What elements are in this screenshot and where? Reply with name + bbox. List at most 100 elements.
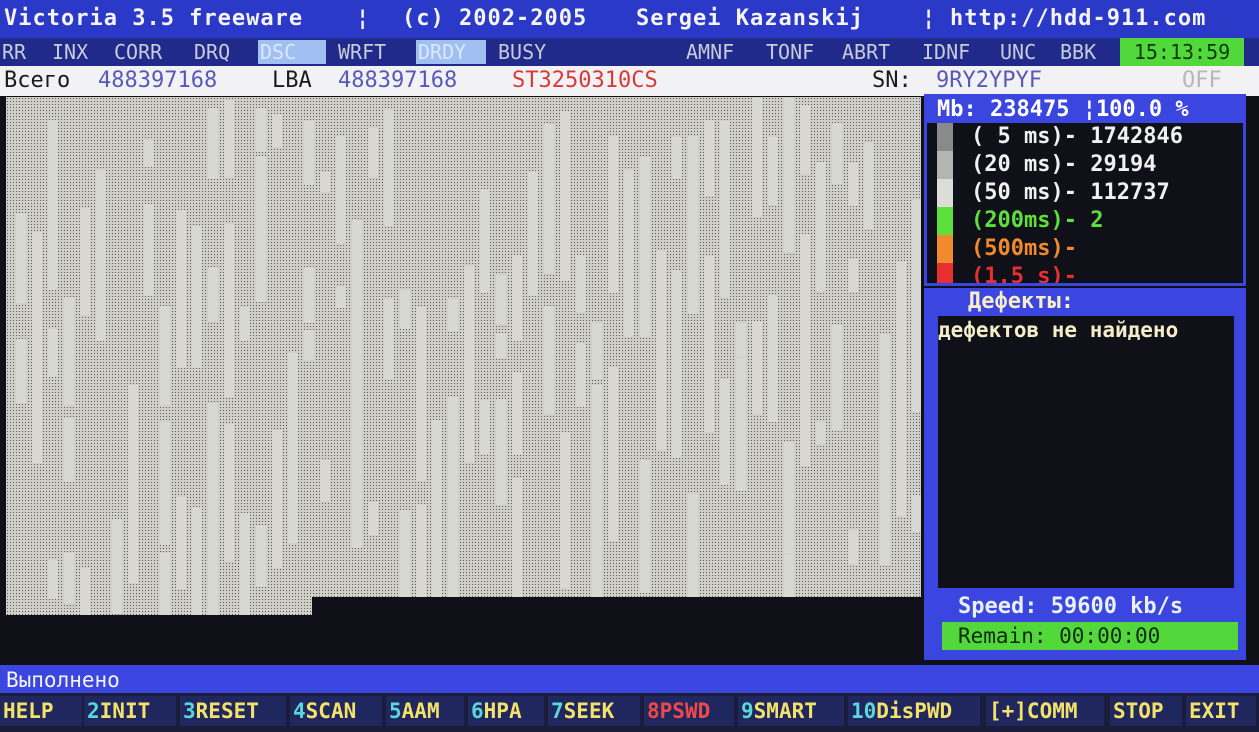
flag-busy: BUSY xyxy=(498,40,547,64)
mb-progress-line: Mb: 238475 ¦100.0 % xyxy=(927,97,1243,123)
scan-block xyxy=(272,114,282,147)
scan-block xyxy=(896,310,906,370)
defects-panel: Дефекты: дефектов не найдено Speed: 5960… xyxy=(924,288,1246,660)
scan-block xyxy=(352,220,362,297)
scan-block xyxy=(96,265,106,341)
fkey-init[interactable]: 2INIT xyxy=(84,696,176,726)
fkey-exit[interactable]: EXIT xyxy=(1186,696,1256,726)
fkey-hpa[interactable]: 6HPA xyxy=(468,696,544,726)
scan-block xyxy=(352,426,362,548)
serial-number: 9RY2YPYF xyxy=(936,68,1042,93)
scan-block xyxy=(256,108,266,152)
scan-block xyxy=(480,408,490,454)
stat-swatch xyxy=(937,151,953,179)
scan-block xyxy=(848,163,858,206)
fkey-reset[interactable]: 3RESET xyxy=(180,696,286,726)
scan-block xyxy=(656,276,666,428)
fkey-seek[interactable]: 7SEEK xyxy=(548,696,640,726)
scan-block xyxy=(736,366,746,491)
scan-block xyxy=(624,170,634,337)
scan-block xyxy=(480,241,490,264)
scan-block xyxy=(224,100,234,177)
scan-block xyxy=(160,553,170,615)
scan-block xyxy=(592,385,602,546)
fkey-scan[interactable]: 4SCAN xyxy=(290,696,382,726)
scan-block xyxy=(752,98,762,217)
scan-block xyxy=(368,502,378,535)
scan-block xyxy=(720,239,730,297)
scan-block xyxy=(16,213,26,303)
lba-value: 488397168 xyxy=(338,68,458,93)
stat-label: (200ms)- 2 xyxy=(971,208,1104,233)
fkey-stop[interactable]: STOP xyxy=(1110,696,1182,726)
flag-abrt: ABRT xyxy=(842,40,891,64)
scan-block xyxy=(368,128,378,177)
scan-block xyxy=(464,266,474,360)
scan-block xyxy=(336,287,346,308)
fkey-help[interactable]: 1HELP xyxy=(0,696,82,726)
lba-label: LBA xyxy=(272,68,312,93)
scan-block xyxy=(144,204,154,296)
flag-bbk: BBK xyxy=(1060,40,1097,64)
stat-row-20ms: (20 ms)- 29194 xyxy=(927,151,1243,179)
scan-block xyxy=(192,507,202,615)
title-separator: ¦ xyxy=(356,6,371,31)
scan-block xyxy=(256,156,266,302)
fkey-smart[interactable]: 9SMART xyxy=(738,696,844,726)
total-sectors: 488397168 xyxy=(98,68,218,93)
scan-block xyxy=(176,497,186,589)
scan-block xyxy=(800,105,810,174)
copyright-text: (c) 2002-2005 xyxy=(402,6,588,31)
scan-block xyxy=(320,460,330,501)
title-separator: ¦ xyxy=(922,6,937,31)
scan-block xyxy=(784,98,794,252)
scan-block xyxy=(496,333,506,358)
scan-block xyxy=(608,367,618,541)
access-time-stats-panel: Mb: 238475 ¦100.0 % ( 5 ms)- 1742846 (20… xyxy=(924,94,1246,286)
scan-block xyxy=(400,510,410,597)
scan-block xyxy=(160,422,170,545)
website-url: http://hdd-911.com xyxy=(950,6,1207,31)
scan-block xyxy=(496,437,506,505)
defects-title: Дефекты: xyxy=(968,289,1074,314)
fkey-dispwd[interactable]: 10DisPWD xyxy=(848,696,980,726)
scan-block xyxy=(416,307,426,481)
scan-block xyxy=(512,372,522,455)
scan-block xyxy=(208,267,218,321)
flag-tonf: TONF xyxy=(766,40,815,64)
scan-block xyxy=(848,530,858,564)
sn-label: SN: xyxy=(872,68,912,93)
scan-block xyxy=(688,494,698,584)
defects-list[interactable]: дефектов не найдено xyxy=(938,316,1234,588)
remain-time: Remain: 00:00:00 xyxy=(942,622,1238,650)
scan-block xyxy=(16,339,26,371)
fkey-aam[interactable]: 5AAM xyxy=(386,696,464,726)
scan-block xyxy=(144,140,154,167)
scan-block xyxy=(32,411,42,443)
stat-row-5ms: ( 5 ms)- 1742846 xyxy=(927,123,1243,151)
ata-flags-bar: RR INX CORR DRQ DSC WRFT DRDY BUSY AMNF … xyxy=(0,38,1259,66)
scan-block xyxy=(336,147,346,243)
scan-block xyxy=(208,403,218,511)
scan-block xyxy=(384,110,394,226)
defects-message: дефектов не найдено xyxy=(938,318,1179,342)
scan-block xyxy=(64,418,74,482)
scan-block xyxy=(464,429,474,457)
title-bar: Victoria 3.5 freeware ¦ (c) 2002-2005 Se… xyxy=(0,0,1259,38)
scan-block xyxy=(896,380,906,469)
scan-block xyxy=(560,432,570,588)
fkey-pswd[interactable]: 8PSWD xyxy=(644,696,734,726)
scan-block xyxy=(672,270,682,437)
fkey-comm[interactable]: [+]COMM xyxy=(986,696,1104,726)
function-keys-bar: 1HELP 2INIT 3RESET 4SCAN 5AAM 6HPA 7SEEK… xyxy=(0,693,1259,732)
stat-label: (500ms)- xyxy=(971,236,1077,261)
scan-block xyxy=(64,553,74,603)
scan-block xyxy=(128,385,138,469)
scan-block xyxy=(576,255,586,312)
scan-block xyxy=(864,143,874,229)
drive-info-bar: Всего 488397168 LBA 488397168 ST3250310C… xyxy=(0,66,1259,96)
flag-wrft: WRFT xyxy=(338,40,387,64)
scan-block xyxy=(80,568,90,615)
scan-block xyxy=(544,124,554,262)
scan-block xyxy=(560,199,570,281)
